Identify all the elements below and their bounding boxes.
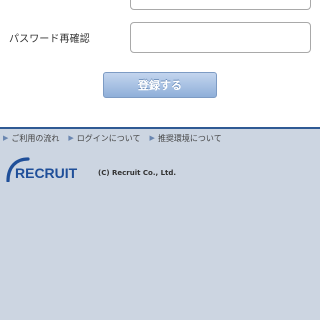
footer-divider <box>0 127 320 129</box>
footer-link-label: ログインについて <box>76 133 141 143</box>
footer-link-label: 推奨環境について <box>157 133 222 143</box>
logo-text: RECRUIT <box>15 165 78 181</box>
footer-link-login[interactable]: ▶ ログインについて <box>68 133 140 144</box>
register-button[interactable]: 登録する <box>103 72 217 98</box>
recruit-logo: RECRUIT <box>6 157 78 182</box>
footer-link-usage-flow[interactable]: ▶ ご利用の流れ <box>3 133 59 144</box>
footer-nav: ▶ ご利用の流れ ▶ ログインについて ▶ 推奨環境について <box>0 131 320 145</box>
triangle-right-icon: ▶ <box>3 134 9 142</box>
registration-form: パスワード再確認 登録する <box>0 0 320 127</box>
triangle-right-icon: ▶ <box>149 134 155 142</box>
copyright-text: (C) Recruit Co., Ltd. <box>98 169 177 177</box>
footer-link-recommended-env[interactable]: ▶ 推奨環境について <box>150 133 222 144</box>
footer-link-label: ご利用の流れ <box>11 133 60 143</box>
triangle-right-icon: ▶ <box>68 134 74 142</box>
password-field[interactable] <box>130 0 311 10</box>
password-confirm-label: パスワード再確認 <box>9 34 90 45</box>
password-confirm-field[interactable] <box>130 22 311 53</box>
